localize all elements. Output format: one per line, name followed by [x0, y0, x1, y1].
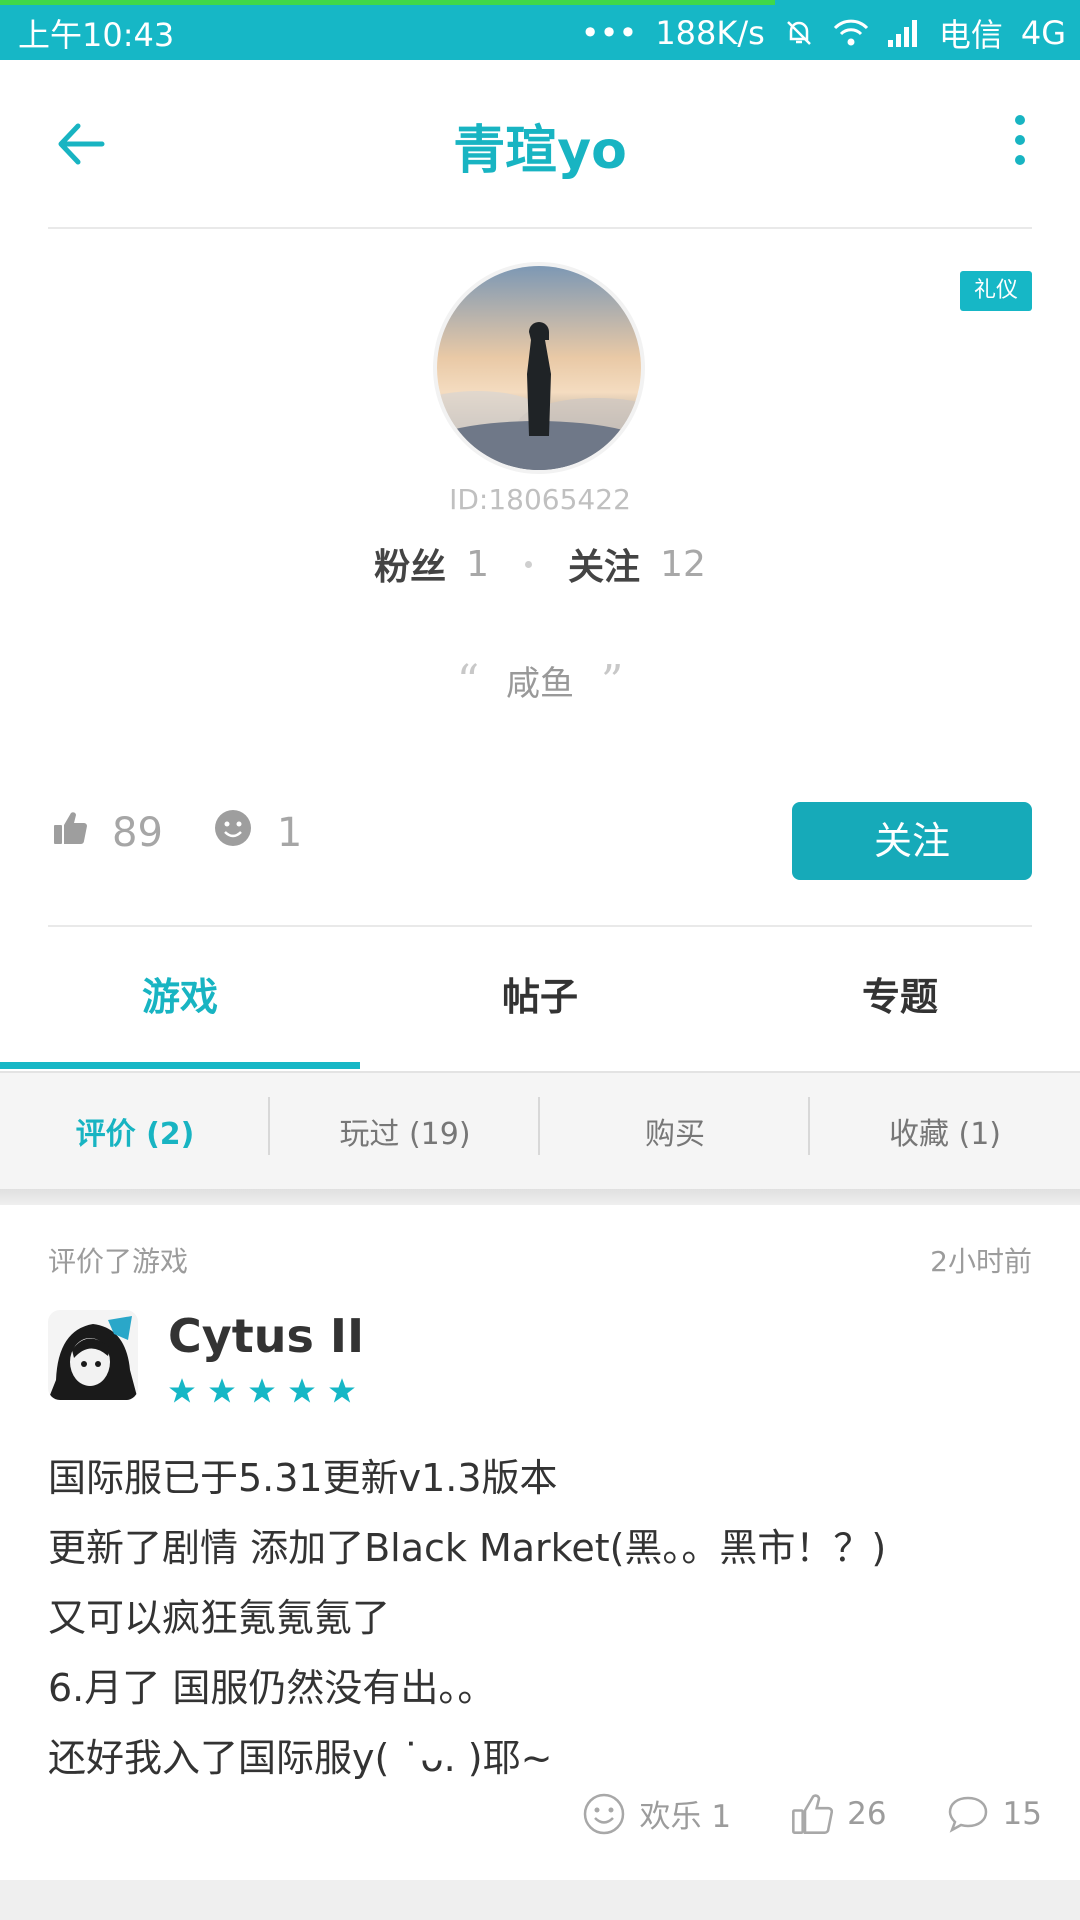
status-more-dots: ••• [580, 14, 638, 52]
tab-posts[interactable]: 帖子 [360, 928, 720, 1066]
stats-separator [525, 560, 533, 568]
review-footer: 欢乐 1 26 15 [522, 1791, 1042, 1836]
quote-close-mark: ” [600, 656, 624, 707]
quote-open-mark: “ [456, 656, 480, 707]
review-card[interactable]: 评价了游戏 2小时前 Cytus II 国际服已于5.31更新v1.3版本 更新… [0, 1205, 1080, 1880]
star-icon [289, 1378, 315, 1403]
main-tabs: 游戏 帖子 专题 [0, 928, 1080, 1066]
smile-group[interactable]: 1 [213, 808, 302, 858]
subtab-purchased[interactable]: 购买 [540, 1097, 810, 1155]
subtab-reviews-label: 评价 (2) [75, 1117, 195, 1152]
fun-label: 欢乐 1 [639, 1799, 732, 1835]
review-text[interactable]: 国际服已于5.31更新v1.3版本 更新了剧情 添加了Black Market(… [48, 1443, 1038, 1793]
fans-count[interactable]: 1 [466, 544, 489, 585]
sub-tabs: 评价 (2) 玩过 (19) 购买 收藏 (1) [0, 1073, 1080, 1189]
star-icon [249, 1378, 275, 1403]
review-like-count: 26 [847, 1795, 887, 1832]
header-divider [48, 227, 1032, 229]
star-icon [329, 1378, 355, 1403]
thumbs-up-outline-icon [792, 1793, 834, 1834]
tab-games[interactable]: 游戏 [0, 928, 360, 1066]
mute-bell-icon [783, 17, 815, 49]
thumbs-up-icon [52, 810, 112, 856]
profile-like-count: 89 [112, 810, 163, 856]
review-line: 还好我入了国际服y( ˙ᴗ. )耶~ [48, 1736, 553, 1780]
tab-topics[interactable]: 专题 [720, 928, 1080, 1066]
comment-count: 15 [1002, 1795, 1042, 1832]
rating-stars [168, 1377, 356, 1405]
profile-divider [48, 925, 1032, 927]
following-count[interactable]: 12 [660, 544, 706, 585]
card-bottom-separator [0, 1880, 1080, 1920]
subtab-favorites-label: 收藏 (1) [888, 1117, 1002, 1152]
star-icon [169, 1378, 195, 1403]
page-load-progress [0, 0, 775, 5]
signature: “ 咸鱼 ” [0, 656, 1080, 707]
subtab-reviews[interactable]: 评价 (2) [0, 1097, 270, 1155]
review-line: 又可以疯狂氪氪氪了 [48, 1596, 391, 1640]
review-like-button[interactable]: 26 [791, 1793, 887, 1835]
like-group[interactable]: 89 [52, 810, 163, 856]
page-title: 青瑄yo [453, 121, 627, 181]
game-icon[interactable] [48, 1310, 138, 1400]
status-carrier: 电信 [938, 16, 1003, 54]
profile-smile-count: 1 [276, 810, 303, 856]
subtab-favorites[interactable]: 收藏 (1) [810, 1109, 1080, 1153]
subtabs-shadow [0, 1189, 1080, 1205]
review-line: 更新了剧情 添加了Black Market(黑。。黑市！？) [48, 1526, 887, 1570]
review-line: 6.月了 国服仍然没有出。。 [48, 1666, 496, 1710]
star-icon [209, 1378, 235, 1403]
etiquette-badge[interactable]: 礼仪 [960, 271, 1032, 311]
fun-button[interactable]: 欢乐 1 [582, 1791, 732, 1836]
smile-outline-icon [583, 1793, 624, 1834]
subtab-purchased-label: 购买 [645, 1117, 705, 1152]
subtab-played-label: 玩过 (19) [339, 1117, 471, 1152]
comment-bubble-icon [948, 1796, 987, 1833]
follow-button[interactable]: 关注 [792, 802, 1032, 880]
fans-label[interactable]: 粉丝 [374, 538, 446, 590]
comment-button[interactable]: 15 [947, 1794, 1042, 1834]
review-timestamp: 2小时前 [930, 1245, 1032, 1278]
profile-reactions: 89 1 [52, 808, 352, 858]
signal-icon [887, 18, 921, 48]
status-bar: 上午10:43 ••• 188K/s 电信 4G [0, 0, 1080, 60]
wifi-icon [833, 18, 869, 48]
smile-face-icon [213, 808, 277, 858]
app-header: 青瑄yo [0, 60, 1080, 228]
status-net-speed: 188K/s [655, 14, 765, 52]
active-tab-indicator [0, 1062, 360, 1069]
status-time: 上午10:43 [18, 16, 175, 54]
avatar[interactable] [433, 262, 645, 474]
user-id: ID:18065422 [449, 483, 631, 516]
follow-stats: 粉丝 1 关注 12 [0, 538, 1080, 590]
signature-text: 咸鱼 [506, 664, 574, 704]
more-vertical-icon[interactable] [1000, 110, 1040, 170]
following-label[interactable]: 关注 [568, 538, 640, 590]
review-action-text: 评价了游戏 [48, 1245, 189, 1278]
status-network-type: 4G [1020, 14, 1066, 52]
game-name[interactable]: Cytus II [168, 1309, 364, 1363]
review-line: 国际服已于5.31更新v1.3版本 [48, 1456, 558, 1500]
subtab-played[interactable]: 玩过 (19) [270, 1097, 540, 1155]
